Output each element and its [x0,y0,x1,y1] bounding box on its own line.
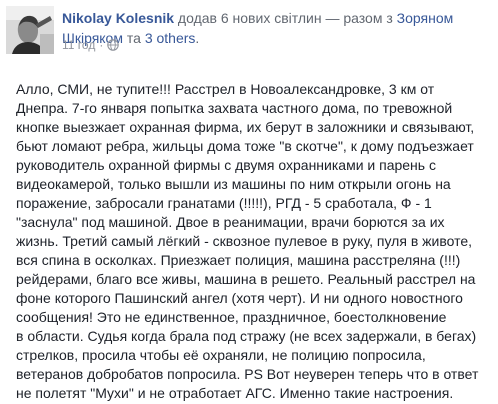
others-link[interactable]: 3 others [145,30,196,46]
globe-icon[interactable] [107,39,120,51]
post-header-text: Nikolay Kolesnik додав 6 нових світлин —… [62,8,492,48]
post-body-line: поражение, забросали гранатами (!!!!!), … [16,195,432,211]
post-body-line: не полетят "Мухи" и не отработает АГС. И… [16,385,454,401]
post-meta: 11 год · [62,37,120,53]
post-body-line: Днепра. 7-го января попытка захвата част… [16,100,453,116]
post-body-line: в области. Судья когда брала под стражу … [16,328,477,344]
post-body-line: стрелков, просила чтобы её охраняли, не … [16,347,426,363]
meta-separator: · [99,38,104,52]
author-name[interactable]: Nikolay Kolesnik [62,10,174,26]
end-punctuation: . [195,30,200,46]
post-body-line: рейдерами, благо все живы, машина в реше… [16,271,476,287]
post-body-line: Алло, СМИ, не тупите!!! Расстрел в Новоа… [16,81,435,97]
post-body-line: видеокамерой, только вышли из машины по … [16,176,451,192]
avatar-photo [6,6,54,54]
post-header: Nikolay Kolesnik додав 6 нових світлин —… [6,6,492,56]
post-body-line: кнопке выезжает охранная фирма, их берут… [16,119,475,135]
facebook-post: Nikolay Kolesnik додав 6 нових світлин —… [0,0,498,404]
avatar[interactable] [6,6,54,54]
post-timestamp[interactable]: 11 год [62,37,95,53]
post-body: Алло, СМИ, не тупите!!! Расстрел в Новоа… [16,80,488,403]
conjunction-text: та [122,30,145,46]
post-body-line: вся спина в осколках. Приезжает полиция,… [16,252,461,268]
post-action-text: додав 6 нових світлин — разом з [174,10,397,26]
post-body-line: сообщения! Это не единственное, празднич… [16,309,447,325]
post-body-line: бьют ломают ребра, жильцы дома тоже "в с… [16,138,474,154]
post-body-line: ветеранов добробатов попросила. PS Вот н… [16,366,479,382]
post-body-line: жизнь. Третий самый лёгкий - сквозное пу… [16,233,473,249]
post-body-line: фоне которого Пашинский ангел (хотя черт… [16,290,463,306]
post-body-line: "заснула" под машиной. Двое в реанимации… [16,214,445,230]
post-body-line: руководитель охранной фирмы с двумя охра… [16,157,436,173]
